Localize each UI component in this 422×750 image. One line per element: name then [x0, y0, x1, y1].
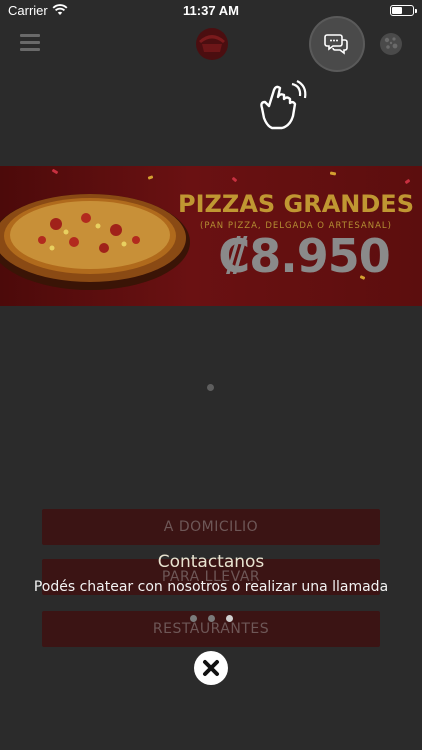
status-bar: Carrier 11:37 AM [0, 0, 422, 24]
pizza-image [0, 194, 190, 290]
battery-icon [390, 5, 417, 16]
pizza-hut-logo [196, 28, 228, 60]
hamburger-menu-icon[interactable] [20, 34, 40, 52]
page-dot[interactable] [190, 615, 197, 622]
page-dot[interactable] [208, 615, 215, 622]
carousel-indicator[interactable] [207, 384, 214, 391]
page-dot-active[interactable] [226, 615, 233, 622]
banner-title: PIZZAS GRANDES [178, 190, 414, 218]
close-button[interactable] [194, 651, 228, 685]
pizza-cookie-icon[interactable] [379, 32, 403, 56]
chat-button[interactable] [311, 18, 363, 70]
delivery-button[interactable]: A DOMICILIO [42, 509, 380, 545]
status-time: 11:37 AM [183, 3, 239, 18]
promo-banner[interactable]: PIZZAS GRANDES (PAN PIZZA, DELGADA O ART… [0, 166, 422, 306]
chat-bubbles-icon [324, 34, 348, 55]
tap-hand-icon [260, 80, 307, 130]
tooltip-text: Podés chatear con nosotros o realizar un… [33, 579, 389, 595]
banner-price: ₡8.950 [218, 229, 391, 283]
tooltip-title: Contactanos [157, 552, 265, 572]
close-icon [203, 660, 219, 676]
tooltip-page-indicator [190, 615, 234, 623]
app-screen: Carrier 11:37 AM PIZZAS GRANDES (PAN PIZ… [0, 0, 422, 750]
